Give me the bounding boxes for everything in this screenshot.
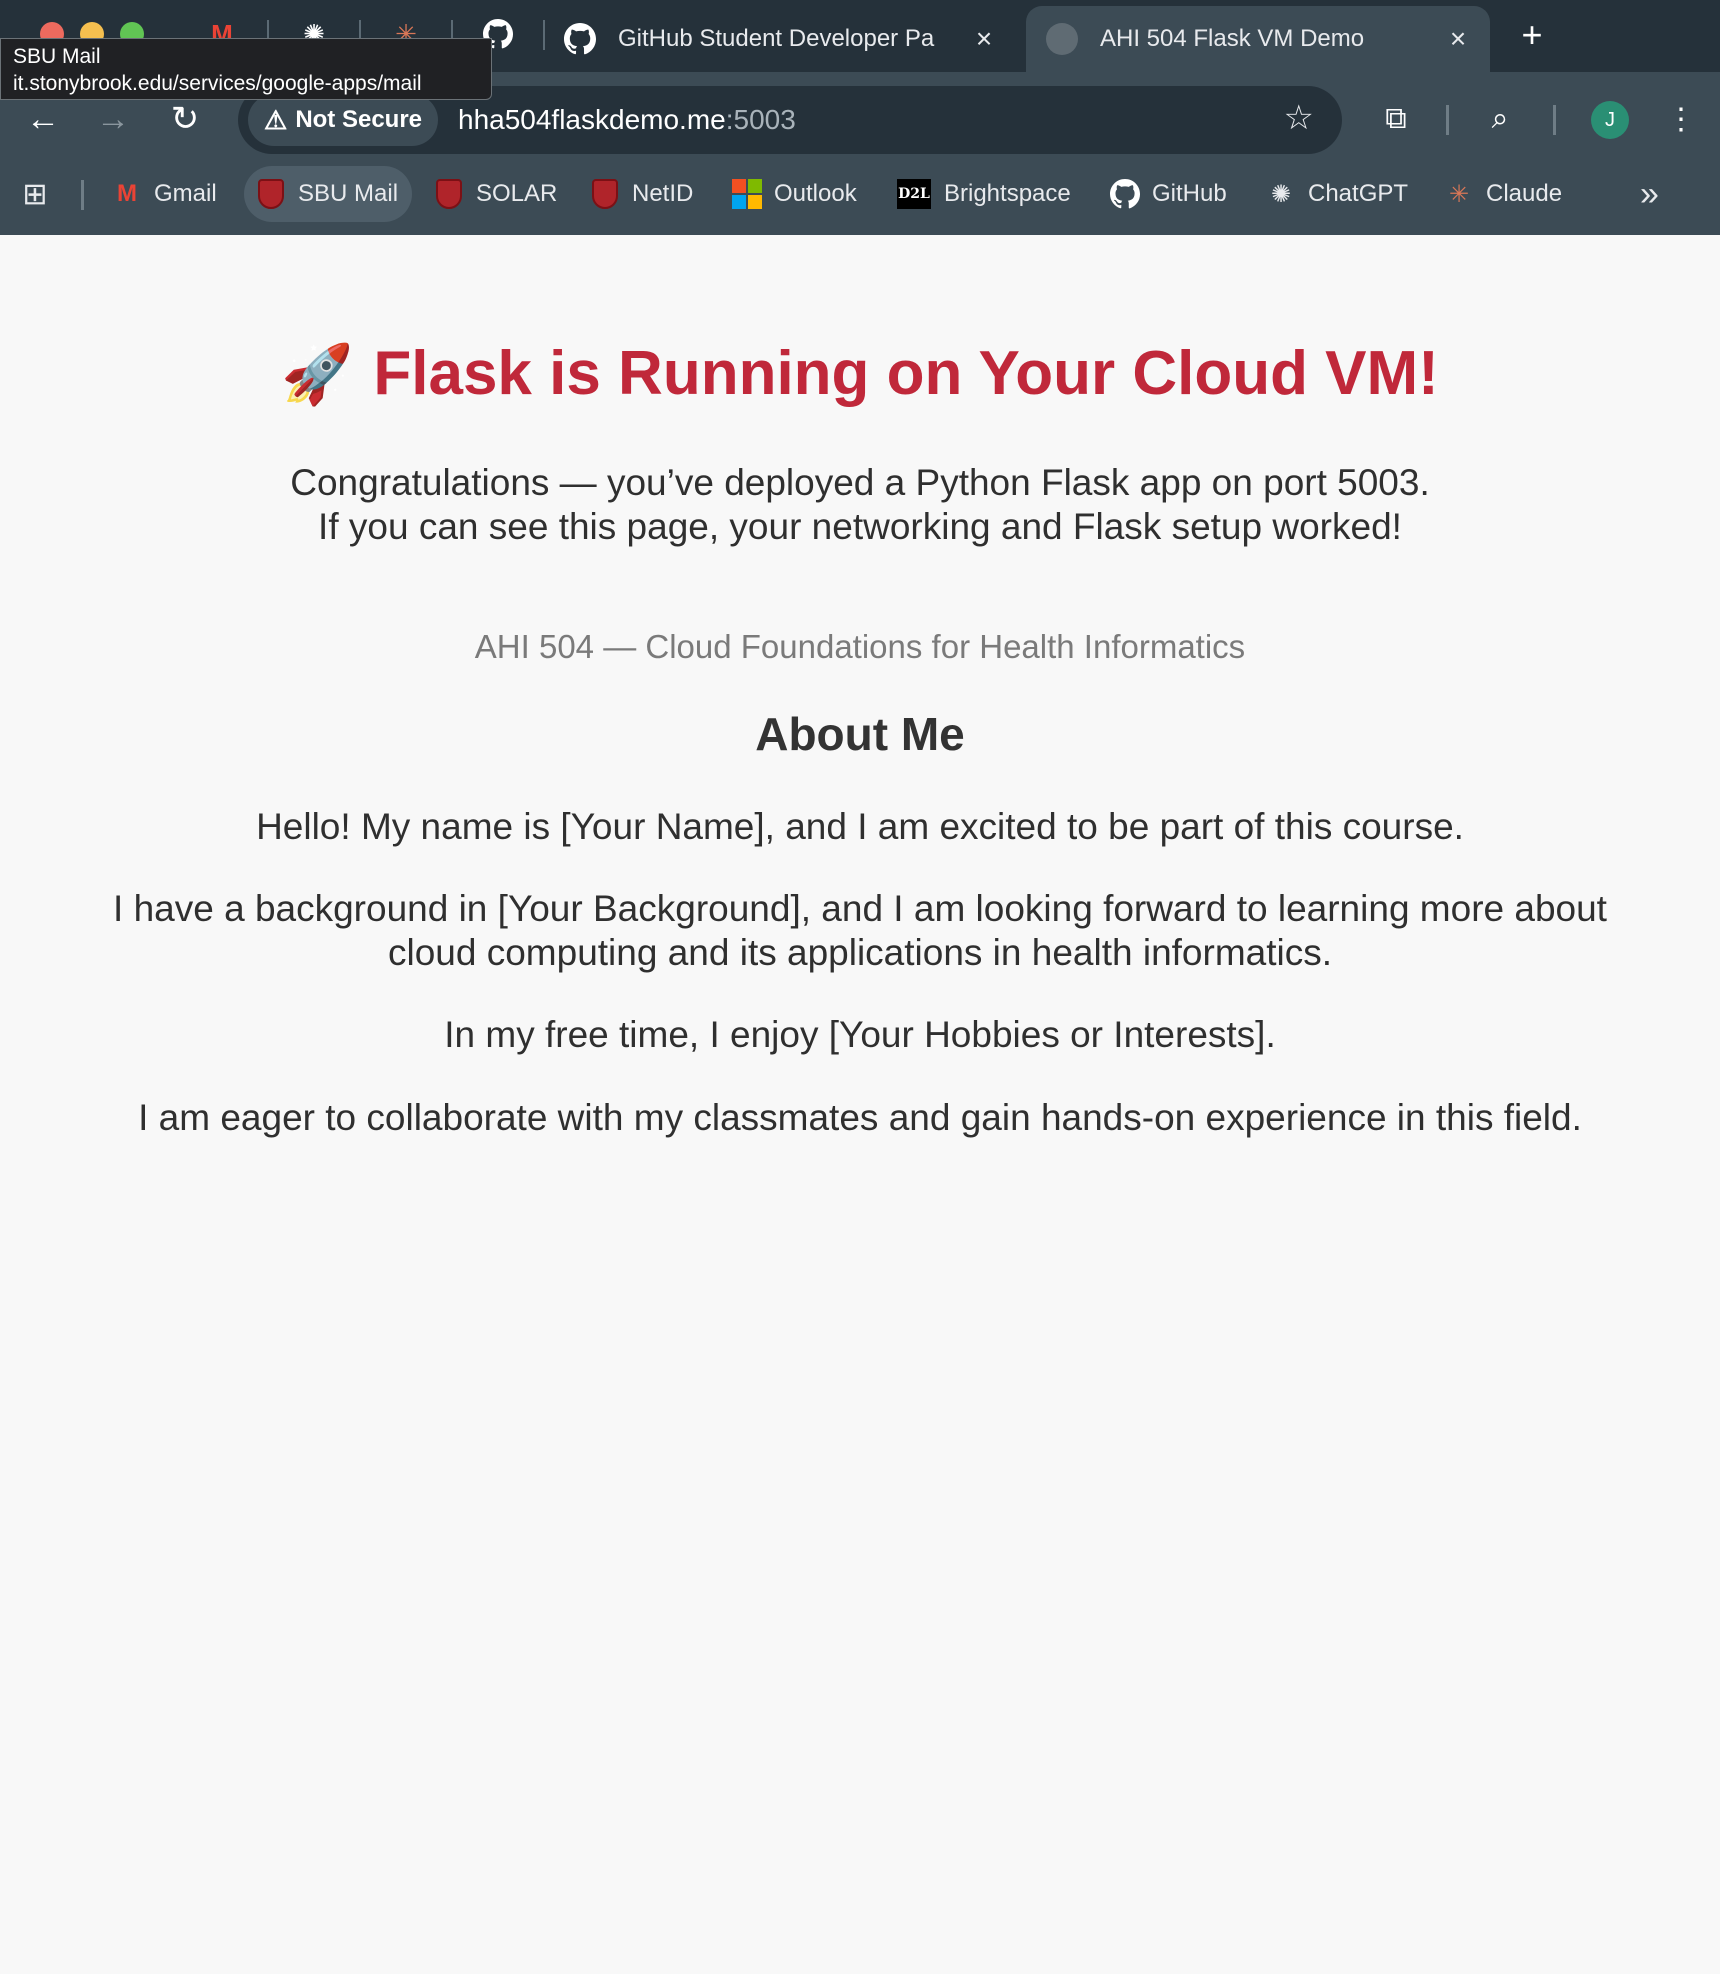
tab-title: GitHub Student Developer Pa [618, 25, 935, 52]
about-paragraph: I have a background in [Your Background]… [113, 888, 1607, 973]
security-chip[interactable]: ⚠ Not Secure [248, 94, 439, 146]
intro-line: If you can see this page, your networkin… [318, 506, 1402, 547]
bookmark-label: Brightspace [944, 180, 1071, 207]
bookmark-star-icon[interactable]: ☆ [1284, 98, 1314, 138]
bookmark-sbu-mail[interactable]: SBU Mail [244, 166, 413, 222]
globe-icon [1046, 23, 1078, 55]
tab-flask-demo[interactable]: AHI 504 Flask VM Demo × [1026, 6, 1490, 72]
tab-github-student[interactable]: GitHub Student Developer Pa × [556, 6, 1016, 72]
about-paragraph: In my free time, I enjoy [Your Hobbies o… [444, 1014, 1276, 1055]
bookmark-gmail[interactable]: M Gmail [112, 166, 217, 222]
arrow-left-icon: ← [26, 99, 60, 138]
profile-avatar[interactable]: J [1591, 101, 1629, 139]
reload-icon: ↻ [170, 100, 200, 138]
d2l-icon: D2L [896, 179, 932, 209]
microsoft-icon [732, 179, 762, 209]
about-paragraph: Hello! My name is [Your Name], and I am … [256, 806, 1464, 847]
security-label: Not Secure [295, 106, 423, 133]
bookmark-brightspace[interactable]: D2L Brightspace [896, 166, 1071, 222]
github-icon [1110, 179, 1140, 209]
puzzle-icon: ⧉ [1385, 102, 1407, 135]
intro-text: Congratulations — you’ve deployed a Pyth… [0, 461, 1720, 549]
bookmark-outlook[interactable]: Outlook [732, 166, 857, 222]
tab-title: AHI 504 Flask VM Demo [1100, 25, 1365, 52]
screen-search-icon: ⌕ [1491, 102, 1509, 135]
sbu-shield-icon [256, 179, 286, 209]
tooltip-title: SBU Mail [13, 45, 101, 68]
back-button[interactable]: ← [20, 96, 66, 142]
bookmark-label: Gmail [154, 180, 217, 207]
tooltip-url: it.stonybrook.edu/services/google-apps/m… [13, 72, 422, 95]
toolbar-separator [1553, 105, 1556, 135]
kebab-menu-icon: ⋮ [1666, 102, 1696, 136]
menu-button[interactable]: ⋮ [1658, 96, 1704, 142]
apps-button[interactable]: ⊞ [20, 166, 62, 222]
claude-icon: ✳ [1448, 180, 1470, 208]
bookmark-solar[interactable]: SOLAR [434, 166, 557, 222]
tab-separator [543, 20, 545, 50]
link-tooltip: SBU Mail it.stonybrook.edu/services/goog… [0, 38, 492, 100]
bookmark-label: Claude [1486, 180, 1563, 207]
bookmark-label: SOLAR [476, 180, 558, 207]
close-tab-icon[interactable]: × [1440, 23, 1476, 55]
bookmark-label: Outlook [774, 180, 857, 207]
browser-chrome: M ✺ ✳ GitHub Student Developer Pa × AHI … [0, 0, 1720, 235]
bookmark-separator [81, 180, 84, 210]
about-paragraph: I am eager to collaborate with my classm… [138, 1097, 1582, 1138]
forward-button[interactable]: → [90, 96, 136, 142]
url-host: hha504flaskdemo.me [458, 104, 726, 135]
intro-line: Congratulations — you’ve deployed a Pyth… [290, 462, 1430, 503]
bookmark-netid[interactable]: NetID [590, 166, 693, 222]
sbu-shield-icon [434, 179, 464, 209]
reload-button[interactable]: ↻ [162, 96, 208, 142]
course-name: AHI 504 — Cloud Foundations for Health I… [474, 628, 1246, 665]
gmail-icon: M [117, 180, 137, 207]
url-text[interactable]: hha504flaskdemo.me:5003 [458, 104, 796, 136]
tab-search-button[interactable]: ⌕ [1477, 96, 1523, 142]
chatgpt-icon: ✺ [1270, 180, 1292, 208]
sbu-shield-icon [590, 179, 620, 209]
page-title-text: Flask is Running on Your Cloud VM! [373, 339, 1439, 408]
bookmark-label: SBU Mail [298, 180, 399, 207]
bookmark-github[interactable]: GitHub [1110, 166, 1227, 222]
new-tab-button[interactable]: + [1510, 14, 1554, 58]
close-tab-icon[interactable]: × [966, 23, 1002, 55]
bookmark-label: ChatGPT [1308, 180, 1409, 207]
more-bookmarks-button[interactable]: » [1640, 166, 1659, 222]
extensions-button[interactable]: ⧉ [1373, 96, 1419, 142]
url-port: :5003 [725, 104, 796, 135]
bookmark-claude[interactable]: ✳ Claude [1444, 166, 1562, 222]
bookmark-label: GitHub [1152, 180, 1227, 207]
toolbar-separator [1446, 105, 1449, 135]
bookmark-chatgpt[interactable]: ✺ ChatGPT [1266, 166, 1408, 222]
warning-icon: ⚠ [264, 104, 288, 135]
about-heading: About Me [755, 708, 965, 760]
page-title: 🚀 Flask is Running on Your Cloud VM! [0, 338, 1720, 409]
apps-grid-icon: ⊞ [22, 177, 48, 211]
rocket-icon: 🚀 [281, 342, 354, 407]
bookmark-label: NetID [632, 180, 694, 207]
github-icon [564, 23, 596, 55]
arrow-right-icon: → [96, 99, 130, 138]
